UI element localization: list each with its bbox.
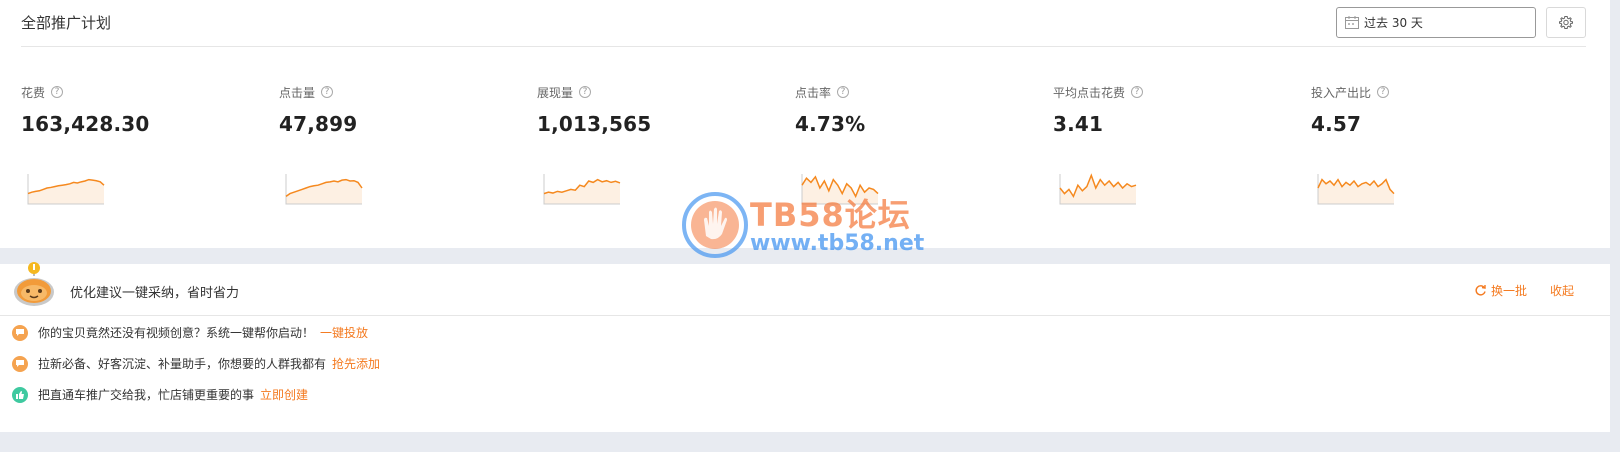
watermark-title: TB58论坛 (750, 196, 911, 234)
metric-value: 163,428.30 (21, 112, 150, 136)
help-icon[interactable]: ? (51, 86, 64, 98)
refresh-suggestions-button[interactable]: 换一批 (1474, 282, 1527, 299)
sparkline-clicks (285, 174, 363, 205)
metric-ctr: 点击率? 4.73% (795, 84, 1045, 137)
suggestions-panel: 优化建议一键采纳，省时省力 换一批 收起 你的宝贝竟然还没有视频创意？系统一键帮… (0, 262, 1610, 432)
robot-mascot-icon (14, 262, 54, 306)
page-title: 全部推广计划 (21, 14, 112, 32)
metric-impressions: 展现量? 1,013,565 (537, 84, 787, 137)
help-icon[interactable]: ? (579, 86, 592, 98)
suggestion-text: 把直通车推广交给我，忙店铺更重要的事 (38, 388, 255, 402)
help-icon[interactable]: ? (1131, 86, 1144, 98)
sparkline-roi (1317, 174, 1395, 205)
metric-avg-cpc: 平均点击花费? 3.41 (1053, 84, 1303, 136)
sparkline-cost (27, 174, 105, 205)
metric-label: 投入产出比 (1311, 85, 1372, 100)
settings-button[interactable] (1546, 7, 1586, 38)
suggestion-item: 你的宝贝竟然还没有视频创意？系统一键帮你启动！ 一键投放 (12, 324, 368, 341)
gear-icon (1559, 15, 1573, 29)
refresh-label: 换一批 (1491, 284, 1528, 298)
metric-cost: 花费? 163,428.30 (21, 84, 271, 137)
suggestion-text: 拉新必备、好客沉淀、补量助手，你想要的人群我都有 (38, 357, 327, 371)
metric-value: 1,013,565 (537, 112, 652, 136)
help-icon[interactable]: ? (321, 86, 334, 98)
metric-label: 花费 (21, 85, 46, 100)
metric-value: 47,899 (279, 112, 358, 136)
date-range-value: 过去 30 天 (1364, 16, 1423, 30)
metric-label: 平均点击花费 (1053, 85, 1126, 100)
suggestion-action-link[interactable]: 一键投放 (320, 324, 368, 341)
help-icon[interactable]: ? (837, 86, 850, 98)
collapse-button[interactable]: 收起 (1550, 282, 1574, 299)
chat-bubble-icon (12, 324, 28, 341)
header-divider (21, 46, 1586, 47)
suggestions-title: 优化建议一键采纳，省时省力 (70, 286, 240, 301)
watermark-url: www.tb58.net (750, 231, 925, 256)
sparkline-avg-cpc (1059, 173, 1137, 205)
watermark-hand-logo (682, 192, 748, 258)
metric-value: 4.57 (1311, 112, 1362, 136)
sparkline-area (28, 179, 104, 204)
thumbs-up-icon (12, 386, 28, 403)
chat-bubble-icon (12, 355, 28, 372)
refresh-icon (1475, 285, 1486, 296)
suggestion-item: 把直通车推广交给我，忙店铺更重要的事 立即创建 (12, 386, 308, 403)
suggestions-header: 优化建议一键采纳，省时省力 换一批 收起 (0, 262, 1610, 316)
metric-clicks: 点击量? 47,899 (279, 84, 529, 137)
metric-value: 4.73% (795, 112, 866, 136)
metric-value: 3.41 (1053, 112, 1104, 136)
metric-label: 点击量 (279, 85, 316, 100)
help-icon[interactable]: ? (1377, 86, 1390, 98)
suggestion-item: 拉新必备、好客沉淀、补量助手，你想要的人群我都有 抢先添加 (12, 355, 380, 372)
suggestion-action-link[interactable]: 立即创建 (260, 386, 308, 403)
metric-label: 点击率 (795, 85, 832, 100)
calendar-icon (1345, 16, 1359, 29)
metric-roi: 投入产出比? 4.57 (1311, 84, 1561, 136)
metric-label: 展现量 (537, 85, 574, 100)
suggestion-text: 你的宝贝竟然还没有视频创意？系统一键帮你启动！ (38, 326, 315, 340)
suggestion-action-link[interactable]: 抢先添加 (332, 355, 380, 372)
sparkline-area (1060, 175, 1136, 204)
date-range-picker[interactable]: 过去 30 天 (1336, 7, 1536, 38)
sparkline-impressions (543, 174, 621, 205)
